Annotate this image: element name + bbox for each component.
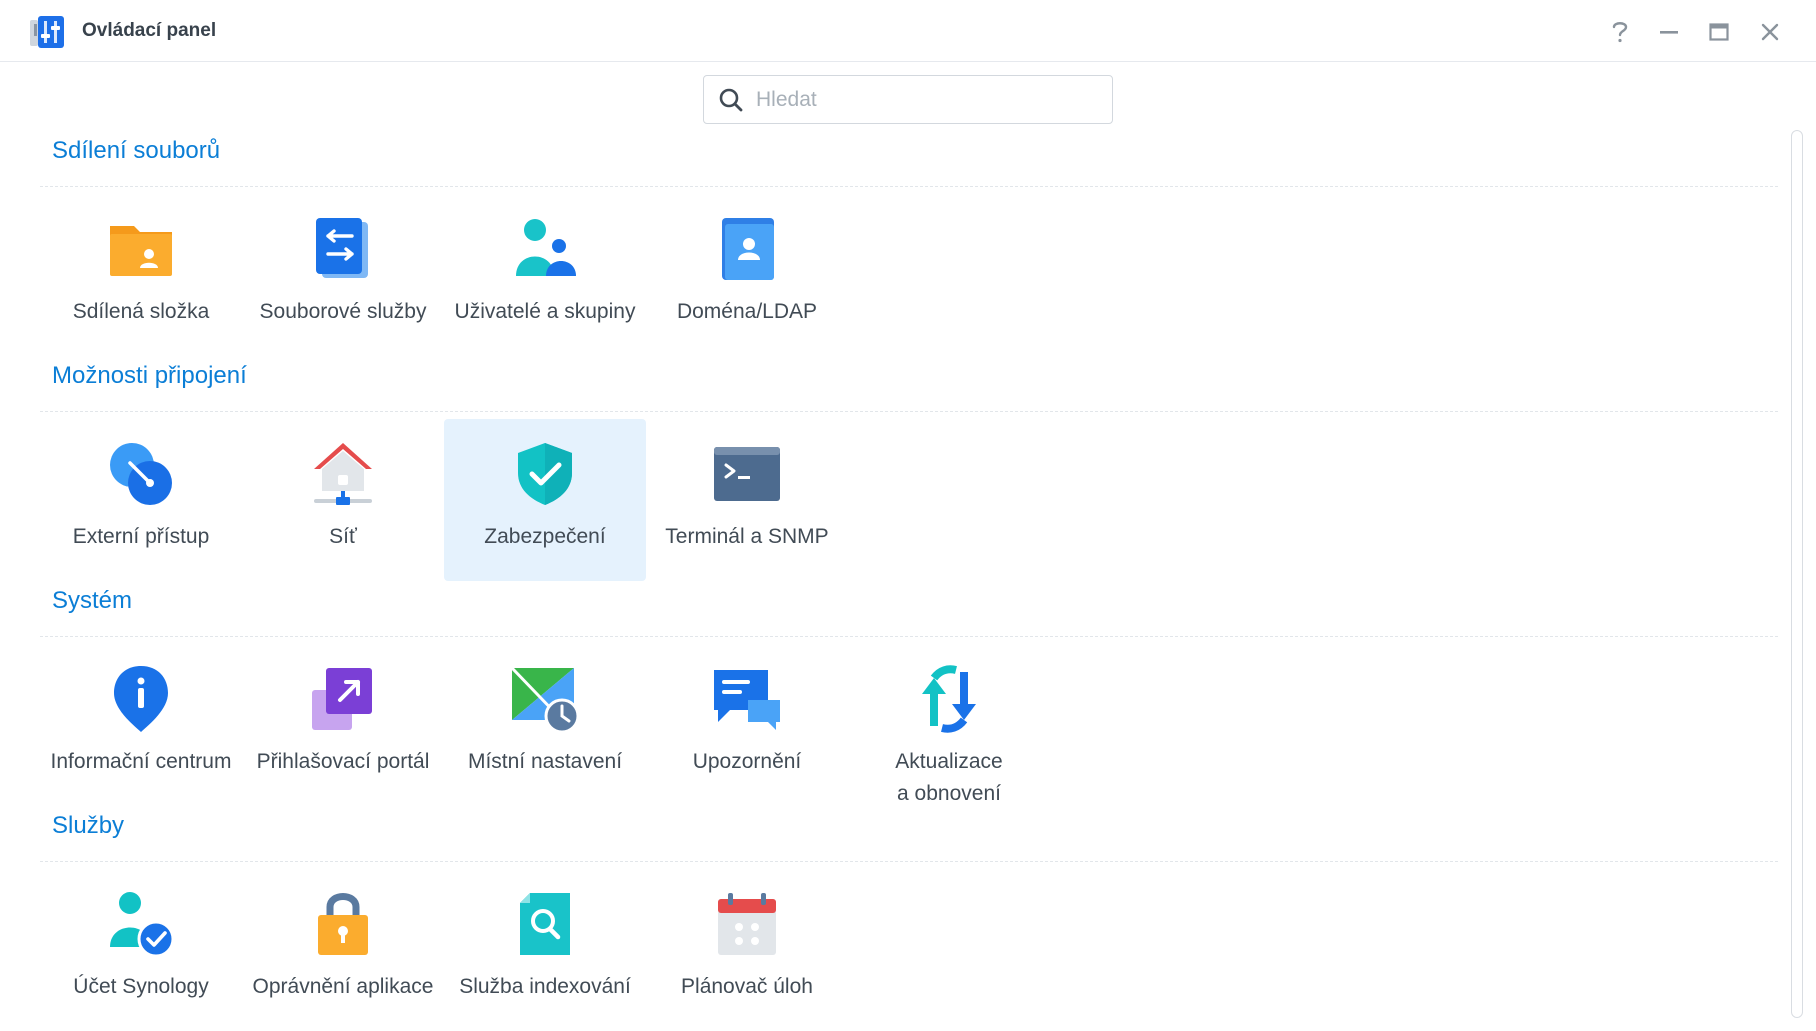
notification-icon bbox=[714, 670, 780, 730]
indexing-service-icon bbox=[520, 893, 570, 955]
security-shield-icon bbox=[518, 443, 572, 505]
tile-label: Informační centrum bbox=[50, 750, 232, 773]
domain-ldap-icon bbox=[722, 218, 774, 280]
tile-label: Sdílená složka bbox=[72, 300, 210, 323]
tile-label: Oprávnění aplikace bbox=[252, 975, 434, 998]
section-title: Služby bbox=[52, 812, 125, 839]
tile-label: Terminál a SNMP bbox=[665, 525, 829, 548]
maximize-button[interactable] bbox=[1701, 14, 1737, 50]
tile-label: Uživatelé a skupiny bbox=[454, 300, 636, 323]
tile-label-line1: Aktualizace bbox=[895, 750, 1003, 773]
tile-label-line2: a obnovení bbox=[897, 782, 1001, 805]
regional-options-icon bbox=[510, 666, 580, 734]
tile-label: Zabezpečení bbox=[484, 525, 606, 548]
section-divider bbox=[40, 186, 1778, 187]
tile-file-services[interactable]: Souborové služby bbox=[242, 194, 444, 356]
tile-label: Plánovač úloh bbox=[681, 975, 813, 998]
tile-regional-options[interactable]: Místní nastavení bbox=[444, 644, 646, 806]
maximize-icon bbox=[1709, 23, 1729, 41]
task-scheduler-icon bbox=[718, 893, 776, 955]
tile-terminal-snmp[interactable]: Terminál a SNMP bbox=[646, 419, 848, 581]
section-divider bbox=[40, 411, 1778, 412]
network-icon bbox=[314, 443, 372, 505]
vertical-scrollbar[interactable] bbox=[1791, 130, 1803, 1018]
tile-label: Upozornění bbox=[692, 750, 802, 773]
tile-label: Aktualizace a obnovení bbox=[848, 746, 1050, 810]
tile-security[interactable]: Zabezpečení bbox=[444, 419, 646, 581]
tile-shared-folder[interactable]: Sdílená složka bbox=[40, 194, 242, 356]
search-box[interactable] bbox=[703, 75, 1113, 124]
tile-login-portal[interactable]: Přihlašovací portál bbox=[242, 644, 444, 806]
control-panel-window: Ovládací panel Hledat Sdílení souborů Sd… bbox=[0, 0, 1816, 1029]
file-services-icon bbox=[316, 218, 368, 278]
tile-external-access[interactable]: Externí přístup bbox=[40, 419, 242, 581]
app-privileges-icon bbox=[318, 893, 368, 955]
search-icon bbox=[719, 88, 743, 111]
tile-notification[interactable]: Upozornění bbox=[646, 644, 848, 806]
tile-update-restore[interactable]: Aktualizace a obnovení bbox=[848, 644, 1050, 806]
title-bar[interactable]: Ovládací panel bbox=[0, 0, 1816, 62]
section-title: Možnosti připojení bbox=[52, 362, 247, 389]
tile-synology-account[interactable]: Účet Synology bbox=[40, 869, 242, 1031]
close-button[interactable] bbox=[1752, 14, 1788, 50]
window-title: Ovládací panel bbox=[82, 20, 217, 41]
shared-folder-icon bbox=[110, 226, 172, 276]
control-panel-app-icon bbox=[28, 14, 66, 50]
tile-label: Externí přístup bbox=[72, 525, 210, 548]
tile-label: Služba indexování bbox=[459, 975, 631, 998]
section-divider bbox=[40, 861, 1778, 862]
section-title: Sdílení souborů bbox=[52, 137, 221, 164]
tile-label: Síť bbox=[329, 525, 357, 548]
section-title: Systém bbox=[52, 587, 133, 614]
help-icon bbox=[1612, 22, 1628, 43]
tile-label: Účet Synology bbox=[73, 975, 209, 998]
terminal-icon bbox=[714, 447, 780, 501]
login-portal-icon bbox=[312, 668, 372, 730]
info-center-icon bbox=[114, 666, 168, 732]
tile-label: Souborové služby bbox=[259, 300, 427, 323]
minimize-icon bbox=[1660, 31, 1678, 34]
update-restore-icon bbox=[922, 665, 976, 733]
external-access-icon bbox=[110, 443, 172, 505]
section-divider bbox=[40, 636, 1778, 637]
search-input[interactable] bbox=[754, 86, 1098, 113]
tile-users-groups[interactable]: Uživatelé a skupiny bbox=[444, 194, 646, 356]
users-groups-icon bbox=[516, 219, 576, 276]
tile-info-center[interactable]: Informační centrum bbox=[40, 644, 242, 806]
close-icon bbox=[1761, 23, 1779, 41]
tile-domain-ldap[interactable]: Doména/LDAP bbox=[646, 194, 848, 356]
help-button[interactable] bbox=[1602, 14, 1638, 50]
synology-account-icon bbox=[110, 892, 175, 958]
tile-app-privileges[interactable]: Oprávnění aplikace bbox=[242, 869, 444, 1031]
tile-indexing-service[interactable]: Služba indexování bbox=[444, 869, 646, 1031]
tile-label: Doména/LDAP bbox=[676, 300, 818, 323]
tile-label: Místní nastavení bbox=[467, 750, 623, 773]
minimize-button[interactable] bbox=[1651, 14, 1687, 50]
tile-label: Přihlašovací portál bbox=[256, 750, 430, 773]
tile-task-scheduler[interactable]: Plánovač úloh bbox=[646, 869, 848, 1031]
tile-network[interactable]: Síť bbox=[242, 419, 444, 581]
